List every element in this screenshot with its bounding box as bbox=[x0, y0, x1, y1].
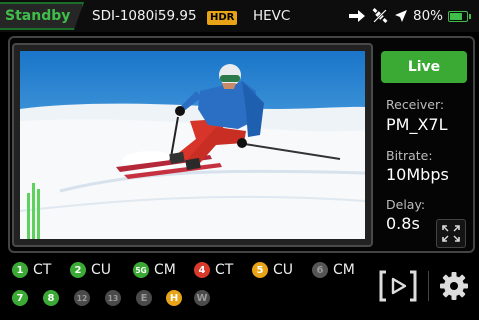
battery-icon bbox=[448, 11, 471, 22]
link-badge: 5G bbox=[133, 262, 149, 278]
receiver-label: Receiver: bbox=[386, 97, 445, 112]
link-item[interactable]: 13 bbox=[105, 290, 121, 306]
hdr-badge: HDR bbox=[207, 11, 238, 25]
standby-status-badge: Standby bbox=[0, 2, 84, 30]
gear-icon bbox=[440, 272, 468, 300]
play-bracket-icon bbox=[379, 270, 417, 302]
battery-percent: 80% bbox=[413, 8, 444, 24]
status-icons bbox=[348, 6, 408, 26]
link-badge: H bbox=[166, 290, 182, 306]
video-preview-frame[interactable] bbox=[12, 43, 373, 247]
link-badge: 13 bbox=[105, 290, 121, 306]
link-item[interactable]: 4 CT bbox=[194, 262, 233, 278]
link-badge: 5 bbox=[252, 262, 268, 278]
bitrate-label: Bitrate: bbox=[386, 148, 433, 163]
video-preview[interactable] bbox=[20, 51, 365, 239]
link-item[interactable]: 1 CT bbox=[12, 262, 51, 278]
video-format-label: SDI-1080i59.95 bbox=[92, 8, 197, 24]
bitrate-value: 10Mbps bbox=[386, 165, 449, 184]
delay-label: Delay: bbox=[386, 197, 426, 212]
link-item[interactable]: 2 CU bbox=[70, 262, 111, 278]
divider bbox=[428, 271, 429, 301]
link-item[interactable]: E bbox=[136, 290, 152, 306]
link-item[interactable]: 5G CM bbox=[133, 262, 176, 278]
link-item[interactable]: 7 bbox=[12, 290, 28, 306]
expand-icon bbox=[442, 225, 460, 242]
live-button[interactable]: Live bbox=[381, 51, 467, 83]
link-item[interactable]: 6 CM bbox=[312, 262, 355, 278]
link-badge: 6 bbox=[312, 262, 328, 278]
receiver-value: PM_X7L bbox=[386, 115, 448, 134]
link-item[interactable]: W bbox=[194, 290, 210, 306]
link-badge: E bbox=[136, 290, 152, 306]
link-carrier-label: CU bbox=[91, 262, 112, 278]
skier-scene-image bbox=[20, 64, 365, 239]
link-badge: 12 bbox=[74, 290, 90, 306]
link-carrier-label: CT bbox=[215, 262, 234, 278]
link-badge: 8 bbox=[43, 290, 59, 306]
link-carrier-label: CM bbox=[333, 262, 355, 278]
link-badge: 1 bbox=[12, 262, 28, 278]
location-arrow-icon bbox=[394, 9, 408, 23]
export-arrow-icon bbox=[348, 9, 366, 23]
link-carrier-label: CM bbox=[154, 262, 176, 278]
link-badge: 4 bbox=[194, 262, 210, 278]
link-item[interactable]: 8 bbox=[43, 290, 59, 306]
link-carrier-label: CU bbox=[273, 262, 294, 278]
link-item[interactable]: 5 CU bbox=[252, 262, 293, 278]
settings-button[interactable] bbox=[438, 270, 470, 302]
link-badge: W bbox=[194, 290, 210, 306]
battery-fill bbox=[450, 13, 462, 20]
audio-level-meter bbox=[27, 183, 43, 239]
codec-label: HEVC bbox=[253, 8, 291, 24]
delay-value: 0.8s bbox=[386, 214, 420, 233]
link-badge: 7 bbox=[12, 290, 28, 306]
link-item[interactable]: H bbox=[166, 290, 182, 306]
mode-label: Standby bbox=[5, 8, 71, 24]
gps-off-icon bbox=[372, 8, 388, 24]
link-carrier-label: CT bbox=[33, 262, 52, 278]
fullscreen-button[interactable] bbox=[436, 219, 466, 248]
preview-toggle-button[interactable] bbox=[378, 269, 418, 303]
link-badge: 2 bbox=[70, 262, 86, 278]
link-item[interactable]: 12 bbox=[74, 290, 90, 306]
status-bar: Standby SDI-1080i59.95 HDR HEVC 80% bbox=[0, 0, 479, 32]
